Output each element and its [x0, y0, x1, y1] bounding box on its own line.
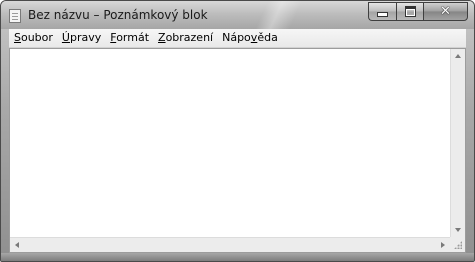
menu-bar: Soubor Úpravy Formát Zobrazení Nápověda: [9, 29, 466, 48]
minimize-icon: [377, 12, 388, 17]
notepad-window: Bez názvu – Poznámkový blok ✕ Soubor Úpr…: [0, 0, 475, 262]
menu-upravy[interactable]: Úpravy: [58, 30, 105, 46]
close-icon: ✕: [440, 4, 451, 19]
window-title: Bez názvu – Poznámkový blok: [28, 8, 208, 22]
maximize-button[interactable]: [396, 2, 423, 21]
menu-zobrazeni[interactable]: Zobrazení: [154, 30, 217, 46]
scroll-down-arrow-icon[interactable]: [455, 228, 461, 232]
menu-upravy-accesskey: Ú: [61, 31, 70, 44]
text-editor-area[interactable]: [9, 48, 466, 253]
notepad-icon[interactable]: [9, 9, 21, 23]
menu-format[interactable]: Formát: [106, 30, 153, 46]
menu-zobrazeni-label-post: obrazení: [165, 31, 214, 44]
vertical-scrollbar[interactable]: [450, 49, 465, 237]
scroll-up-arrow-icon[interactable]: [455, 54, 461, 58]
maximize-icon: [404, 6, 416, 17]
horizontal-scrollbar[interactable]: [10, 237, 450, 252]
scroll-left-arrow-icon[interactable]: [15, 242, 19, 248]
menu-soubor[interactable]: Soubor: [10, 30, 57, 46]
size-grip[interactable]: [450, 237, 465, 252]
window-bottom-border: [1, 253, 474, 261]
minimize-button[interactable]: [368, 2, 396, 21]
menu-zobrazeni-accesskey: Z: [158, 31, 166, 44]
menu-napoveda-label-pre: Nápo: [222, 31, 251, 44]
scroll-right-arrow-icon[interactable]: [441, 242, 445, 248]
size-grip-icon: [454, 241, 462, 249]
menu-soubor-accesskey: S: [14, 31, 21, 44]
title-bar[interactable]: Bez názvu – Poznámkový blok ✕: [1, 1, 474, 29]
menu-upravy-label-post: pravy: [69, 31, 102, 44]
menu-soubor-label-post: oubor: [20, 31, 53, 44]
window-controls: ✕: [368, 2, 468, 21]
menu-napoveda-label-post: ěda: [257, 31, 278, 44]
menu-format-label-post: ormát: [116, 31, 150, 44]
close-button[interactable]: ✕: [423, 2, 468, 21]
menu-napoveda[interactable]: Nápověda: [218, 30, 282, 46]
